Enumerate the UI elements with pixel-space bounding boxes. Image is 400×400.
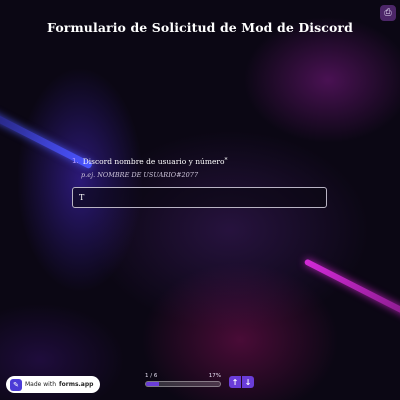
badge-prefix: Made with [25, 381, 56, 388]
question-text: Discord nombre de usuario y número* [83, 157, 228, 166]
forms-app-logo-icon: ✎ [10, 378, 22, 391]
question-label-row: 1. Discord nombre de usuario y número* [72, 157, 327, 166]
progress-track [145, 381, 221, 387]
required-mark: * [224, 157, 228, 164]
progress-fill [146, 382, 159, 386]
answer-input[interactable] [72, 187, 327, 208]
question-navigation: ↑ ↓ [229, 376, 254, 388]
next-question-button[interactable]: ↓ [242, 376, 254, 388]
made-with-badge[interactable]: ✎ Made with forms.app [6, 376, 101, 393]
arrow-down-icon: ↓ [244, 377, 252, 387]
badge-brand: forms.app [59, 381, 94, 388]
progress-indicator: 1 / 6 17% [145, 373, 221, 387]
progress-percent-label: 17% [208, 373, 221, 379]
progress-step-label: 1 / 6 [145, 373, 158, 379]
question-number: 1. [72, 157, 79, 165]
printer-icon[interactable]: ⎙ [380, 5, 396, 21]
question-hint: p.ej. NOMBRE DE USUARIO#2077 [81, 171, 199, 179]
previous-question-button[interactable]: ↑ [229, 376, 241, 388]
arrow-up-icon: ↑ [231, 377, 239, 387]
question-label: Discord nombre de usuario y número [82, 157, 225, 166]
form-title: Formulario de Solicitud de Mod de Discor… [47, 20, 353, 35]
question-block: 1. Discord nombre de usuario y número* p… [72, 157, 327, 208]
progress-labels: 1 / 6 17% [145, 373, 221, 379]
